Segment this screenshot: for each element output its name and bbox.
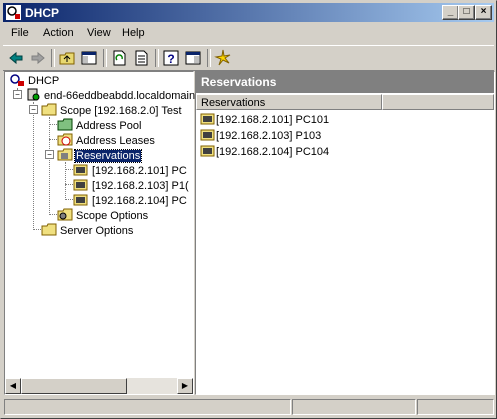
address-leases-icon bbox=[57, 133, 73, 146]
new-icon[interactable] bbox=[214, 49, 232, 67]
status-bar bbox=[3, 397, 494, 415]
dhcp-root-icon bbox=[10, 74, 24, 86]
maximize-button[interactable]: □ bbox=[458, 5, 475, 20]
column-header-empty[interactable] bbox=[382, 94, 494, 110]
window-title: DHCP bbox=[25, 6, 60, 20]
title-bar[interactable]: DHCP _ □ × bbox=[3, 3, 494, 22]
up-one-level-icon[interactable] bbox=[58, 49, 76, 67]
toolbar-separator bbox=[207, 49, 211, 67]
tree-item-scope-options[interactable]: Scope Options bbox=[57, 208, 149, 223]
close-button[interactable]: × bbox=[475, 5, 492, 20]
reservations-folder-icon bbox=[57, 148, 73, 161]
tree-line bbox=[33, 102, 34, 230]
toolbar-separator bbox=[155, 49, 159, 67]
address-pool-icon bbox=[57, 118, 73, 131]
dhcp-window: DHCP _ □ × File Action View Help ? − − −… bbox=[0, 0, 497, 419]
tree-item-reservation[interactable]: [192.168.2.103] P1( bbox=[73, 178, 190, 193]
reservation-icon bbox=[73, 164, 88, 176]
tree-item-reservations[interactable]: Reservations bbox=[57, 148, 143, 163]
toolbar: ? bbox=[3, 45, 494, 71]
tree-item-address-pool[interactable]: Address Pool bbox=[57, 118, 142, 133]
reservation-icon bbox=[200, 129, 215, 141]
result-pane-header: Reservations bbox=[196, 72, 494, 93]
status-cell-secondary bbox=[292, 399, 416, 415]
scope-options-icon bbox=[57, 208, 73, 221]
back-icon[interactable] bbox=[7, 49, 25, 67]
tree-item-reservation[interactable]: [192.168.2.101] PC bbox=[73, 163, 188, 178]
result-pane[interactable]: Reservations Reservations [192.168.2.101… bbox=[195, 71, 495, 395]
reservation-icon bbox=[73, 179, 88, 191]
console-tree[interactable]: − − − DHCP end-66eddbeabdd.localdomain [… bbox=[4, 71, 201, 395]
toolbar-separator bbox=[103, 49, 107, 67]
status-cell-tertiary bbox=[417, 399, 494, 415]
server-icon bbox=[27, 88, 40, 101]
server-options-icon bbox=[41, 223, 57, 236]
help-icon[interactable]: ? bbox=[162, 49, 180, 67]
menu-action[interactable]: Action bbox=[43, 27, 74, 39]
tree-item-scope[interactable]: Scope [192.168.2.0] Test bbox=[41, 103, 183, 118]
list-item[interactable]: [192.168.2.104] PC104 bbox=[200, 144, 329, 160]
forward-icon[interactable] bbox=[29, 49, 47, 67]
reservation-icon bbox=[73, 194, 88, 206]
list-item[interactable]: [192.168.2.103] P103 bbox=[200, 128, 321, 144]
menu-help[interactable]: Help bbox=[122, 27, 145, 39]
tree-item-dhcp[interactable]: DHCP bbox=[9, 73, 60, 88]
menu-file[interactable]: File bbox=[11, 27, 29, 39]
menu-bar: File Action View Help bbox=[3, 24, 494, 43]
show-hide-console-tree-icon[interactable] bbox=[80, 49, 98, 67]
tree-line bbox=[49, 117, 50, 215]
dhcp-app-icon bbox=[6, 5, 21, 20]
menu-view[interactable]: View bbox=[87, 27, 111, 39]
folder-icon bbox=[41, 103, 57, 116]
column-header-reservations[interactable]: Reservations bbox=[196, 94, 382, 110]
refresh-icon[interactable] bbox=[110, 49, 128, 67]
toolbar-separator bbox=[51, 49, 55, 67]
tree-item-server-options[interactable]: Server Options bbox=[41, 223, 134, 238]
expander-server[interactable]: − bbox=[13, 90, 22, 99]
expander-reservations[interactable]: − bbox=[45, 150, 54, 159]
reservation-icon bbox=[200, 145, 215, 157]
tree-line bbox=[65, 162, 66, 200]
show-hide-action-pane-icon[interactable] bbox=[184, 49, 202, 67]
tree-item-reservation[interactable]: [192.168.2.104] PC bbox=[73, 193, 188, 208]
status-cell-main bbox=[4, 399, 291, 415]
scroll-thumb[interactable] bbox=[21, 378, 127, 394]
list-item[interactable]: [192.168.2.101] PC101 bbox=[200, 112, 329, 128]
tree-horizontal-scrollbar[interactable]: ◀ ▶ bbox=[5, 378, 193, 394]
expander-scope[interactable]: − bbox=[29, 105, 38, 114]
tree-item-address-leases[interactable]: Address Leases bbox=[57, 133, 156, 148]
svg-text:?: ? bbox=[167, 52, 174, 66]
tree-item-server[interactable]: end-66eddbeabdd.localdomain [ bbox=[25, 88, 202, 103]
reservation-icon bbox=[200, 113, 215, 125]
minimize-button[interactable]: _ bbox=[442, 5, 459, 20]
export-list-icon[interactable] bbox=[132, 49, 150, 67]
scroll-right-arrow-icon[interactable]: ▶ bbox=[177, 378, 193, 394]
scroll-left-arrow-icon[interactable]: ◀ bbox=[5, 378, 21, 394]
